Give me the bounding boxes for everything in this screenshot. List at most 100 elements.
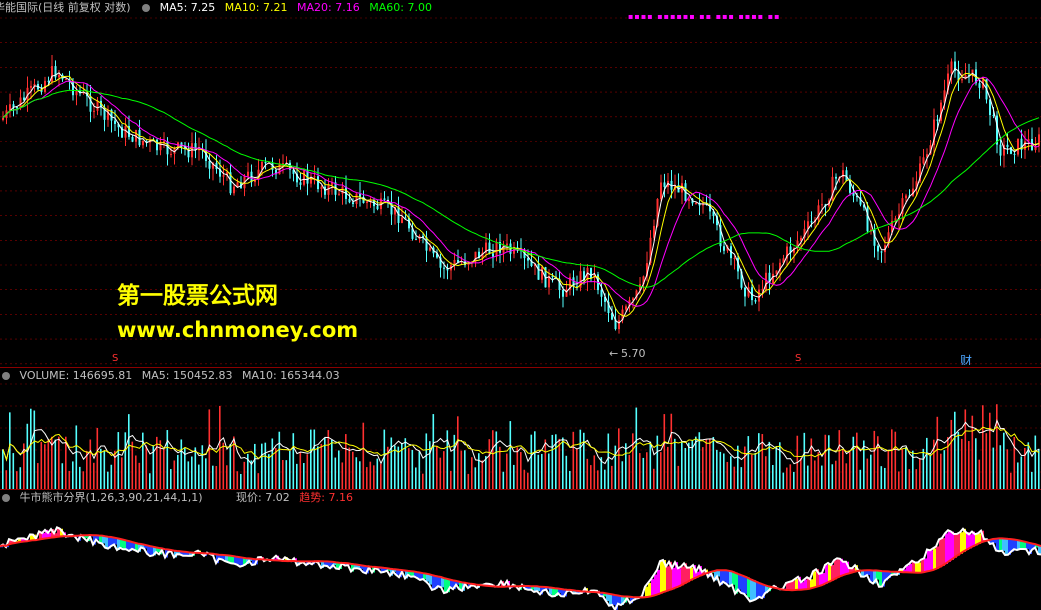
indicator-header: 牛市熊市分界(1,26,3,90,21,44,1,1) 现价: 7.02 趋势:…: [0, 490, 359, 506]
finance-marker[interactable]: 财: [960, 352, 972, 365]
trend-fill: [750, 578, 753, 602]
volume-bar: [702, 447, 704, 489]
candle-body: [663, 182, 666, 187]
trend-fill: [909, 563, 912, 573]
indicator-chart-pane[interactable]: 牛市熊市分界(1,26,3,90,21,44,1,1) 现价: 7.02 趋势:…: [0, 489, 1041, 610]
volume-bar: [373, 465, 375, 489]
volume-bar: [177, 454, 179, 489]
volume-bar: [674, 438, 676, 489]
volume-bar: [12, 453, 15, 489]
volume-bar: [551, 434, 554, 489]
volume-bar: [436, 446, 438, 489]
volume-bar: [894, 431, 897, 489]
trend-fill: [939, 539, 942, 568]
trend-fill: [789, 581, 792, 591]
trend-fill: [1002, 538, 1005, 551]
volume-bar: [824, 434, 827, 489]
candle-body: [338, 193, 340, 195]
candle-body: [142, 140, 144, 146]
trend-fill: [657, 569, 660, 595]
candle-body: [317, 176, 319, 190]
price-chart[interactable]: [0, 0, 1041, 365]
volume-bar: [443, 451, 445, 489]
trend-fill: [612, 594, 615, 605]
candle-body: [723, 246, 725, 251]
candle-body: [488, 242, 491, 254]
volume-bar: [565, 455, 568, 489]
indicator-name: 牛市熊市分界(1,26,3,90,21,44,1,1): [19, 491, 203, 504]
volume-bar: [345, 434, 347, 489]
settings-dot-icon[interactable]: [142, 4, 151, 12]
volume-bar: [590, 465, 592, 489]
candle-body: [359, 193, 361, 197]
candle-body: [600, 290, 603, 297]
volume-bar: [821, 465, 823, 489]
volume-bar: [124, 432, 127, 489]
candle-body: [299, 182, 302, 185]
volume-bar: [296, 463, 298, 489]
volume-bar: [471, 457, 473, 489]
candle-body: [695, 202, 697, 204]
volume-bar: [502, 471, 505, 489]
volume-bar: [947, 437, 949, 489]
volume-bar: [495, 431, 498, 489]
candle-body: [950, 61, 953, 74]
candle-body: [590, 267, 592, 279]
settings-dot-icon[interactable]: [2, 372, 10, 380]
volume-bar: [292, 433, 295, 489]
candle-body: [744, 287, 746, 297]
settings-dot-icon[interactable]: [2, 494, 10, 502]
volume-bar: [866, 458, 869, 489]
volume-bar: [299, 451, 302, 489]
volume-bar: [782, 472, 785, 489]
volume-bar: [541, 453, 543, 489]
volume-bar: [509, 421, 512, 489]
candle-body: [618, 320, 620, 330]
candle-body: [562, 290, 564, 297]
volume-chart-pane[interactable]: VOLUME: 146695.81 MA5: 150452.83 MA10: 1…: [0, 367, 1041, 489]
volume-bar: [215, 465, 218, 489]
volume-bar: [838, 430, 841, 489]
volume-bar: [383, 429, 386, 489]
volume-bar: [607, 433, 610, 489]
volume-bar: [394, 445, 396, 489]
trend-fill: [915, 562, 918, 573]
volume-bar: [96, 427, 99, 489]
volume-bar: [929, 454, 932, 489]
ma10-readout: MA10: 7.21: [224, 1, 288, 14]
volume-bar: [418, 451, 421, 489]
volume-bar: [660, 452, 662, 489]
volume-bar: [289, 451, 291, 489]
volume-bar: [271, 438, 274, 489]
volume-chart[interactable]: [0, 368, 1041, 489]
candle-body: [341, 186, 344, 194]
candle-body: [327, 184, 330, 195]
price-chart-pane[interactable]: 华能国际(日线 前复权 对数) MA5: 7.25 MA10: 7.21 MA2…: [0, 0, 1041, 365]
candle-body: [415, 238, 417, 240]
volume-bar: [964, 409, 967, 489]
volume-bar: [653, 468, 655, 489]
volume-bar: [992, 447, 995, 489]
candle-body: [355, 193, 358, 204]
candle-body: [810, 221, 813, 223]
volume-bar: [355, 457, 358, 489]
trend-readout: 趋势: 7.16: [299, 491, 353, 504]
volume-bar: [446, 430, 449, 489]
volume-bar: [891, 429, 893, 489]
volume-bar: [404, 438, 407, 489]
volume-bar: [9, 412, 11, 489]
candle-body: [376, 206, 379, 210]
indicator-chart[interactable]: [0, 490, 1041, 610]
volume-bar: [317, 446, 319, 489]
volume-bar: [19, 467, 22, 489]
candle-body: [348, 198, 351, 203]
volume-bar: [47, 439, 50, 489]
candle-body: [1006, 144, 1009, 148]
volume-bar: [954, 411, 956, 489]
volume-bar: [82, 471, 85, 489]
volume-bar: [814, 460, 816, 489]
volume-bar: [68, 470, 71, 489]
trend-fill: [738, 573, 741, 590]
ma60-readout: MA60: 7.00: [369, 1, 432, 14]
volume-bar: [226, 465, 228, 489]
